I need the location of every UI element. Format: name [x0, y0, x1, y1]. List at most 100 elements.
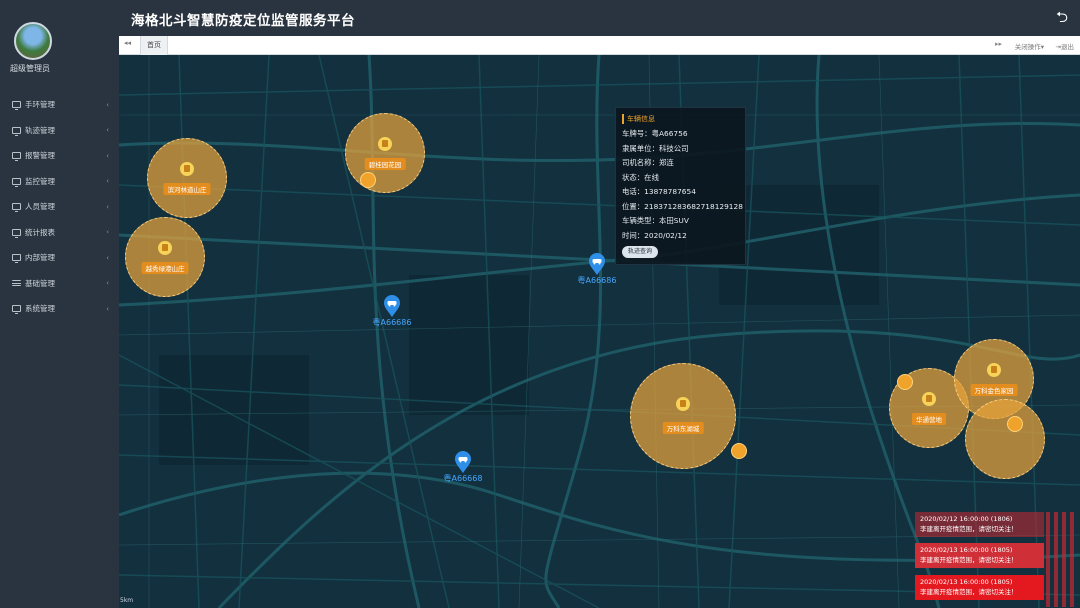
page-title: 海格北斗智慧防疫定位监管服务平台 — [131, 13, 355, 29]
alert-message: 李建离开疫情范围，请密切关注！ — [920, 556, 1018, 564]
avatar[interactable] — [14, 22, 52, 60]
tab-home[interactable]: 首页 — [140, 36, 168, 55]
tab-bar: ◂◂ 首页 ▸▸ 关闭操作▾ ⇥退出 — [119, 36, 1080, 55]
zone-label: 碧桂园花园 — [364, 157, 406, 170]
zone-label: 越秀绿港山庄 — [141, 261, 189, 274]
alert-notification[interactable]: 2020/02/13 16:00:00 (1805) 李建离开疫情范围，请密切关… — [915, 575, 1044, 600]
car-pin-icon — [588, 253, 606, 275]
sidebar-item-reports[interactable]: 统计报表 ‹ — [0, 220, 119, 246]
sidebar-item-label: 报警管理 — [25, 151, 55, 161]
monitor-icon — [12, 152, 21, 162]
monitor-icon — [12, 203, 21, 213]
tab-scroll-right-button[interactable]: ▸▸ — [995, 40, 1002, 48]
alert-tab — [1046, 512, 1050, 607]
monitor-icon — [12, 305, 21, 315]
tab-scroll-left-button[interactable]: ◂◂ — [124, 39, 131, 47]
monitor-icon — [12, 126, 21, 136]
sidebar-item-bracelet[interactable]: 手环管理 ‹ — [0, 92, 119, 118]
header: 海格北斗智慧防疫定位监管服务平台 ⮌ — [119, 0, 1080, 36]
personnel-marker[interactable] — [897, 374, 913, 390]
info-type: 车辆类型：本田SUV — [622, 216, 689, 225]
sidebar-item-personnel[interactable]: 人员管理 ‹ — [0, 194, 119, 220]
chevron-left-icon: ‹ — [106, 228, 109, 237]
sidebar-item-system[interactable]: 系统管理 ‹ — [0, 296, 119, 322]
chevron-left-icon: ‹ — [106, 151, 109, 160]
alert-tab — [1070, 512, 1074, 607]
geofence-zone[interactable]: 越秀绿港山庄 — [125, 217, 205, 297]
chevron-left-icon: ‹ — [106, 100, 109, 109]
sidebar-item-monitor[interactable]: 监控管理 ‹ — [0, 169, 119, 195]
alert-notification[interactable]: 2020/02/12 16:00:00 (1806) 李建离开疫情范围，请密切关… — [915, 512, 1044, 537]
monitor-icon — [12, 254, 21, 264]
geofence-zone[interactable]: 碧桂园花园 — [345, 113, 425, 193]
close-operations-dropdown[interactable]: 关闭操作▾ — [1015, 41, 1044, 51]
sidebar-item-basic[interactable]: 基础管理 ‹ — [0, 271, 119, 297]
back-icon[interactable]: ⮌ — [1054, 9, 1070, 25]
chevron-left-icon: ‹ — [106, 279, 109, 288]
sidebar-item-label: 内部管理 — [25, 253, 55, 263]
vehicle-info-popup: 车辆信息 车牌号：粤A66756 隶属单位：科技公司 司机名称：郑连 状态：在线… — [615, 107, 746, 265]
monitor-icon — [12, 101, 21, 111]
geofence-zone[interactable]: 滨河林道山庄 — [147, 138, 227, 218]
vehicle-plate: 粤A66668 — [443, 474, 483, 483]
zone-label: 万科东湖城 — [662, 422, 704, 435]
map-canvas[interactable]: 滨河林道山庄 碧桂园花园 越秀绿港山庄 万科东湖城 华通营地 万科金色家园 粤A… — [119, 55, 1080, 608]
building-icon — [987, 362, 1001, 377]
list-icon — [12, 280, 21, 287]
vehicle-plate: 粤A66686 — [372, 318, 412, 327]
geofence-zone[interactable]: 万科东湖城 — [630, 363, 736, 469]
alert-time: 2020/02/12 16:00:00 (1806) — [920, 515, 1013, 523]
monitor-icon — [12, 228, 21, 238]
sidebar-item-label: 统计报表 — [25, 227, 55, 237]
info-phone: 电话：13878787654 — [622, 187, 696, 196]
info-plate: 车牌号：粤A66756 — [622, 129, 688, 138]
alert-tab — [1054, 512, 1058, 607]
vehicle-plate: 粤A66686 — [577, 276, 617, 285]
building-icon — [676, 396, 690, 411]
alert-time: 2020/02/13 16:00:00 (1805) — [920, 578, 1013, 586]
alert-message: 李建离开疫情范围，请密切关注！ — [920, 588, 1018, 596]
chevron-left-icon: ‹ — [106, 304, 109, 313]
sidebar: 超级管理员 手环管理 ‹ 轨迹管理 ‹ 报警管理 ‹ 监控管理 ‹ 人员管理 ‹ 统计报表… — [0, 0, 119, 608]
zone-label: 万科金色家园 — [970, 383, 1018, 396]
personnel-marker[interactable] — [731, 443, 747, 459]
sidebar-item-label: 手环管理 — [25, 100, 55, 110]
info-status: 状态：在线 — [622, 172, 659, 182]
logout-button[interactable]: ⇥退出 — [1056, 41, 1074, 51]
sidebar-item-track[interactable]: 轨迹管理 ‹ — [0, 118, 119, 144]
car-pin-icon — [383, 295, 401, 317]
sidebar-item-alarm[interactable]: 报警管理 ‹ — [0, 143, 119, 169]
vehicle-marker[interactable]: 粤A66686 — [362, 295, 422, 328]
info-unit: 隶属单位：科技公司 — [622, 143, 689, 153]
username: 超级管理员 — [10, 64, 50, 73]
sidebar-item-label: 人员管理 — [25, 202, 55, 212]
personnel-marker[interactable] — [360, 172, 376, 188]
sidebar-item-label: 监控管理 — [25, 176, 55, 186]
chevron-left-icon: ‹ — [106, 253, 109, 262]
alert-tab — [1062, 512, 1066, 607]
alert-message: 李建离开疫情范围，请密切关注！ — [920, 525, 1018, 533]
geofence-zone-unlabeled[interactable] — [965, 399, 1045, 479]
info-driver: 司机名称：郑连 — [622, 158, 674, 167]
building-icon — [922, 391, 936, 406]
building-icon — [158, 240, 172, 255]
sidebar-item-label: 基础管理 — [25, 278, 55, 288]
track-query-button[interactable]: 轨迹查询 — [622, 246, 659, 258]
info-time: 时间：2020/02/12 — [622, 230, 687, 240]
popup-title: 车辆信息 — [622, 114, 745, 124]
monitor-icon — [12, 177, 21, 187]
sidebar-item-label: 轨迹管理 — [25, 125, 55, 135]
vehicle-marker[interactable]: 粤A66668 — [433, 451, 493, 484]
map-scale: 5km — [120, 597, 134, 604]
building-icon — [378, 136, 392, 151]
chevron-left-icon: ‹ — [106, 177, 109, 186]
car-pin-icon — [454, 451, 472, 473]
sidebar-item-internal[interactable]: 内部管理 ‹ — [0, 245, 119, 271]
chevron-left-icon: ‹ — [106, 126, 109, 135]
sidebar-item-label: 系统管理 — [25, 304, 55, 314]
personnel-marker[interactable] — [1007, 416, 1023, 432]
building-icon — [180, 161, 194, 176]
alert-notification[interactable]: 2020/02/13 16:00:00 (1805) 李建离开疫情范围，请密切关… — [915, 543, 1044, 568]
sidebar-menu: 手环管理 ‹ 轨迹管理 ‹ 报警管理 ‹ 监控管理 ‹ 人员管理 ‹ 统计报表 ‹ 内部管理… — [0, 92, 119, 322]
zone-label: 华通营地 — [912, 412, 946, 425]
